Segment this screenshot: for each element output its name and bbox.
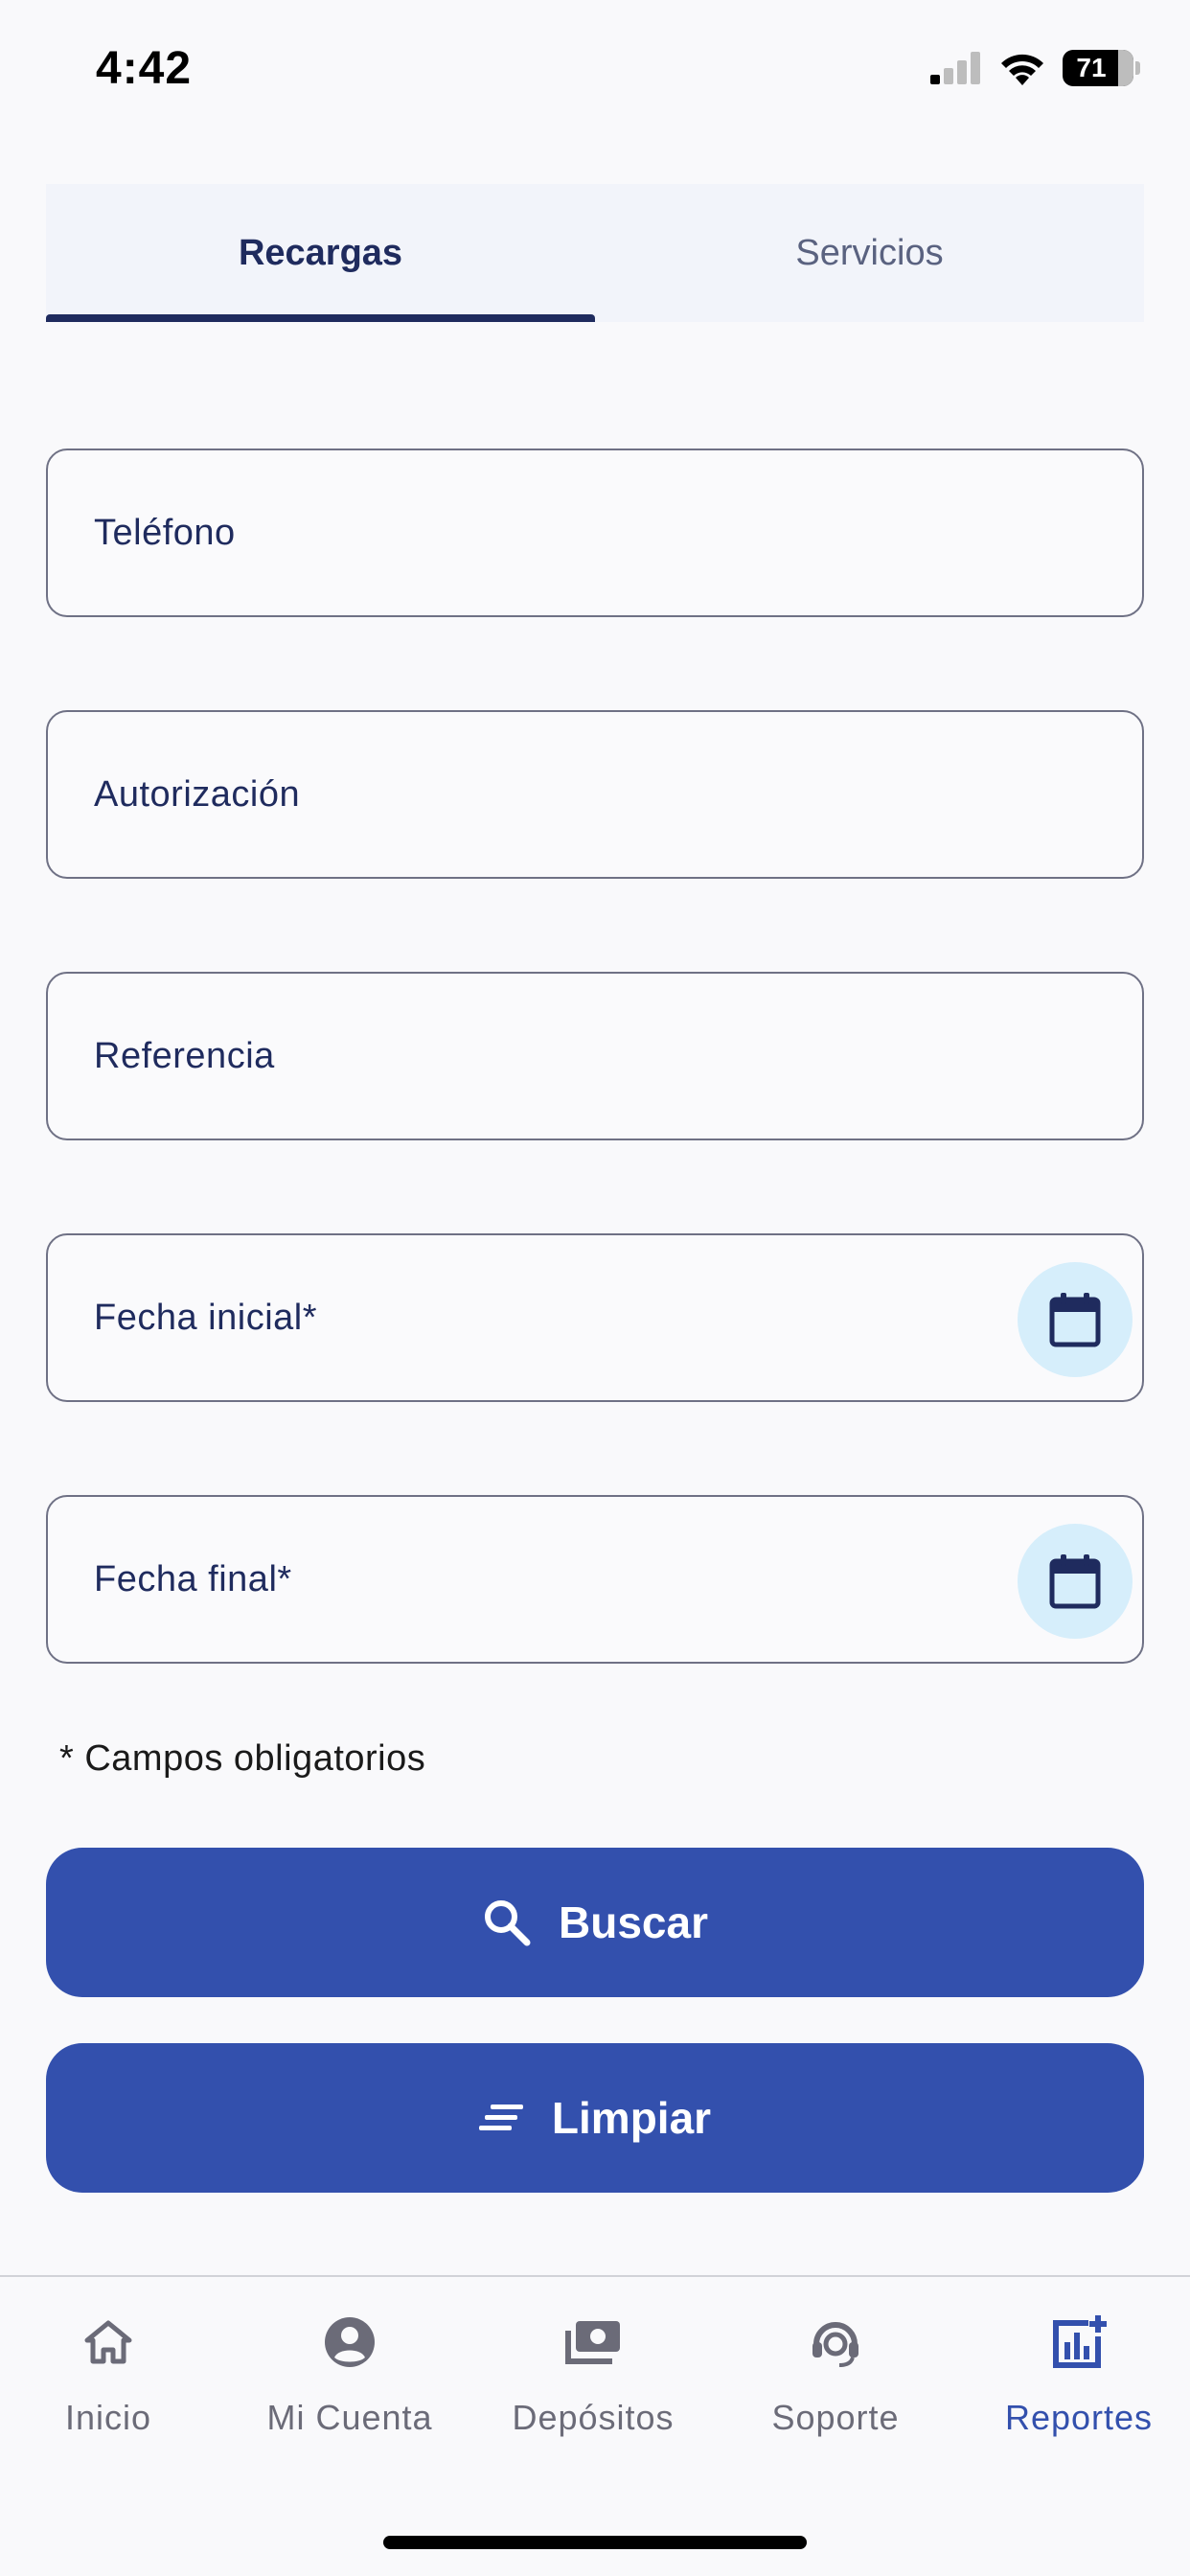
nav-item-depositos[interactable]: Depósitos	[474, 2312, 712, 2455]
tab-recargas[interactable]: Recargas	[46, 184, 595, 322]
fecha-final-label: Fecha final*	[94, 1558, 292, 1599]
referencia-field[interactable]: Referencia	[46, 972, 1144, 1140]
telefono-label: Teléfono	[94, 512, 236, 553]
clear-lines-icon	[478, 2104, 523, 2130]
search-icon	[485, 1900, 531, 1946]
fecha-inicial-calendar-button[interactable]	[1018, 1262, 1133, 1377]
nav-item-mi-cuenta[interactable]: Mi Cuenta	[231, 2312, 469, 2455]
fecha-inicial-field[interactable]: Fecha inicial*	[46, 1233, 1144, 1402]
nav-item-reportes[interactable]: Reportes	[960, 2312, 1190, 2455]
battery-icon: 71	[1063, 50, 1133, 86]
active-tab-indicator	[46, 314, 595, 322]
home-icon	[84, 2320, 132, 2364]
wifi-icon	[1001, 54, 1043, 85]
nav-item-inicio[interactable]: Inicio	[0, 2312, 227, 2455]
tab-recargas-label: Recargas	[238, 232, 403, 273]
telefono-field[interactable]: Teléfono	[46, 448, 1144, 617]
limpiar-button[interactable]: Limpiar	[46, 2043, 1144, 2193]
tab-servicios[interactable]: Servicios	[595, 184, 1144, 322]
nav-label-depositos: Depósitos	[512, 2398, 675, 2437]
status-time: 4:42	[96, 43, 193, 94]
autorizacion-label: Autorización	[94, 773, 301, 815]
tab-servicios-label: Servicios	[795, 232, 944, 273]
fecha-final-calendar-button[interactable]	[1018, 1524, 1133, 1639]
status-bar: 4:42 71	[0, 0, 1190, 144]
nav-label-reportes: Reportes	[1004, 2398, 1154, 2437]
calendar-icon	[1049, 1554, 1101, 1609]
limpiar-label: Limpiar	[551, 2093, 712, 2143]
home-indicator	[383, 2536, 807, 2549]
tab-bar: Recargas Servicios	[46, 184, 1144, 322]
screen: 4:42 71 Recargas Servicios Teléfono Auto…	[0, 0, 1190, 2576]
account-icon	[325, 2317, 375, 2367]
calendar-icon	[1049, 1293, 1101, 1347]
nav-label-inicio: Inicio	[64, 2398, 152, 2437]
referencia-label: Referencia	[94, 1035, 275, 1076]
deposits-icon	[565, 2321, 620, 2364]
required-fields-note: * Campos obligatorios	[59, 1738, 426, 1779]
reports-icon	[1053, 2315, 1107, 2368]
nav-item-soporte[interactable]: Soporte	[717, 2312, 954, 2455]
cellular-signal-icon	[930, 52, 980, 84]
fecha-final-field[interactable]: Fecha final*	[46, 1495, 1144, 1664]
buscar-button[interactable]: Buscar	[46, 1848, 1144, 1997]
bottom-navigation: Inicio Mi Cuenta Depósitos Soporte Repor…	[0, 2275, 1190, 2576]
autorizacion-field[interactable]: Autorización	[46, 710, 1144, 879]
nav-label-mi-cuenta: Mi Cuenta	[266, 2398, 433, 2437]
support-icon	[812, 2322, 858, 2367]
nav-label-soporte: Soporte	[771, 2398, 900, 2437]
fecha-inicial-label: Fecha inicial*	[94, 1297, 317, 1338]
status-icons: 71	[930, 50, 1140, 86]
battery-level: 71	[1076, 53, 1107, 82]
buscar-label: Buscar	[559, 1898, 708, 1947]
